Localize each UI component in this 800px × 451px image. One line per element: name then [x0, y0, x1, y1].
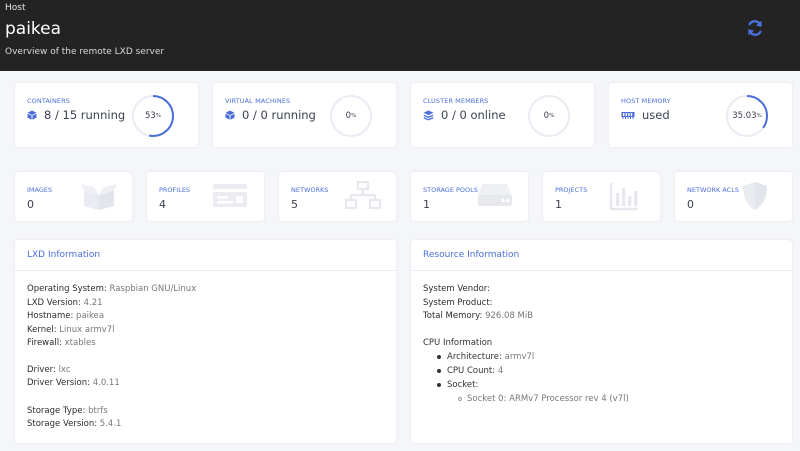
- info-row-total-memory: Total Memory: 926.08 MiB: [423, 311, 534, 321]
- count-value: 1: [423, 198, 430, 211]
- count-label: Networks: [291, 186, 329, 194]
- stat-label: Cluster Members: [423, 97, 489, 105]
- info-row-lxd-version: LXD Version: 4.21: [27, 298, 103, 308]
- count-card-projects[interactable]: Projects 1: [543, 172, 660, 221]
- stat-card-containers[interactable]: Containers 8 / 15 running 53%: [15, 83, 198, 147]
- stat-label: Virtual Machines: [225, 97, 291, 105]
- page-subtitle: Overview of the remote LXD server: [5, 47, 165, 57]
- count-value: 5: [291, 198, 298, 211]
- info-row-storage-version: Storage Version: 5.4.1: [27, 419, 122, 429]
- hdd-icon: [478, 184, 512, 206]
- gauge-percent: 53: [144, 111, 156, 121]
- count-card-profiles[interactable]: Profiles 4: [147, 172, 264, 221]
- info-row-kernel: Kernel: Linux armv7l: [27, 325, 115, 335]
- count-card-images[interactable]: Images 0: [15, 172, 132, 221]
- shield-icon: [743, 182, 767, 210]
- stat-label: Containers: [27, 97, 70, 105]
- info-row-operating-system: Operating System: Raspbian GNU/Linux: [27, 284, 197, 294]
- info-row-driver-version: Driver Version: 4.0.11: [27, 378, 120, 388]
- stat-card-cluster-members[interactable]: Cluster Members 0 / 0 online 0%: [411, 83, 594, 147]
- count-card-storage-pools[interactable]: Storage Pools 1: [411, 172, 528, 221]
- count-value: 1: [555, 198, 562, 211]
- socket-list-item: Socket 0: ARMv7 Processor rev 4 (v7l): [458, 394, 629, 404]
- stat-value: 8 / 15 running: [44, 108, 126, 122]
- info-row-socket: Socket:: [437, 380, 478, 390]
- chart-icon: [609, 183, 638, 211]
- usage-gauge: 35.03%: [725, 94, 769, 138]
- info-row-architecture: Architecture: armv7l: [437, 352, 534, 362]
- network-icon: [345, 181, 381, 210]
- resource-information-panel: Resource Information System Vendor: Syst…: [411, 240, 792, 443]
- memory-icon: [621, 111, 635, 119]
- usage-gauge: 53%: [131, 94, 175, 138]
- count-card-networks[interactable]: Networks 5: [279, 172, 396, 221]
- count-value: 0: [27, 198, 34, 211]
- stat-card-virtual-machines[interactable]: Virtual Machines 0 / 0 running 0%: [213, 83, 396, 147]
- refresh-button[interactable]: [745, 18, 765, 38]
- gauge-percent: 35.03: [732, 111, 757, 121]
- count-card-network-acls[interactable]: Network ACLs 0: [675, 172, 792, 221]
- count-value: 4: [159, 198, 166, 211]
- usage-gauge: 0%: [527, 94, 571, 138]
- stat-label: Host Memory: [621, 97, 671, 105]
- id-card-icon: [213, 184, 247, 207]
- count-label: Storage Pools: [423, 186, 478, 194]
- stat-value: used: [642, 108, 670, 122]
- breadcrumb[interactable]: Host: [5, 3, 26, 13]
- count-label: Images: [27, 186, 53, 194]
- stat-card-host-memory[interactable]: Host Memory used 35.03%: [609, 83, 792, 147]
- lxd-information-panel: LXD Information Operating System: Raspbi…: [15, 240, 396, 443]
- count-label: Projects: [555, 186, 588, 194]
- cube-icon: [27, 110, 37, 120]
- box-icon: [81, 184, 117, 210]
- count-label: Profiles: [159, 186, 191, 194]
- count-value: 0: [687, 198, 694, 211]
- panel-heading: LXD Information: [15, 240, 396, 271]
- count-label: Network ACLs: [687, 186, 739, 194]
- cube-icon: [225, 110, 235, 120]
- stat-value: 0 / 0 running: [242, 108, 316, 122]
- page-title: paikea: [5, 19, 62, 39]
- info-row-hostname: Hostname: paikea: [27, 311, 105, 321]
- info-row-cpu-count: CPU Count: 4: [437, 366, 503, 376]
- refresh-icon: [748, 20, 762, 36]
- layers-icon: [423, 110, 434, 121]
- panel-heading: Resource Information: [411, 240, 792, 271]
- info-row-system-vendor: System Vendor:: [423, 284, 490, 294]
- usage-gauge: 0%: [329, 94, 373, 138]
- info-row-system-product: System Product:: [423, 298, 493, 308]
- info-row-firewall: Firewall: xtables: [27, 338, 96, 348]
- cpu-information-heading: CPU Information: [423, 338, 493, 348]
- stat-value: 0 / 0 online: [441, 108, 506, 122]
- info-row-storage-type: Storage Type: btrfs: [27, 406, 108, 416]
- info-row-driver: Driver: lxc: [27, 365, 71, 375]
- page-header: Host paikea Overview of the remote LXD s…: [0, 0, 800, 71]
